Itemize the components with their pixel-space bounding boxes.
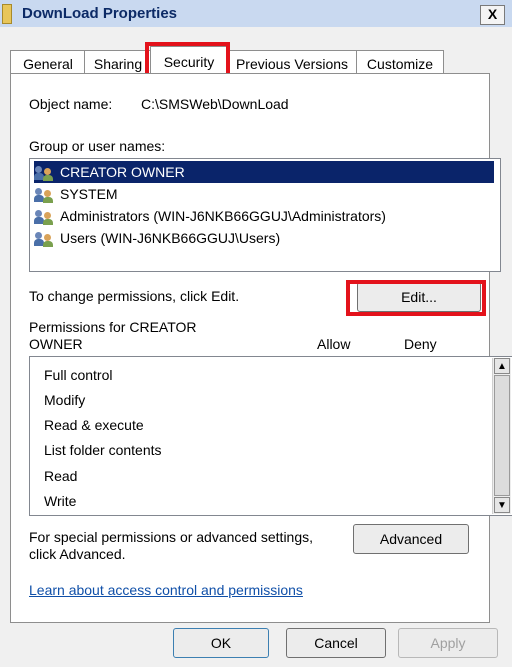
user-group-icon	[34, 165, 54, 182]
user-item-label: SYSTEM	[60, 186, 118, 202]
deny-header: Deny	[404, 336, 437, 352]
user-item-label: Users (WIN-J6NKB66GGUJ\Users)	[60, 230, 281, 246]
object-name-value: C:\SMSWeb\DownLoad	[141, 96, 289, 112]
permissions-list[interactable]: Full control Modify Read & execute List …	[29, 356, 512, 516]
user-list[interactable]: CREATOR OWNER SYSTEM Administrators (WIN…	[29, 158, 501, 272]
perm-read: Read	[44, 468, 78, 484]
user-item-users[interactable]: Users (WIN-J6NKB66GGUJ\Users)	[34, 227, 494, 249]
scroll-up-arrow-icon[interactable]: ▲	[494, 358, 510, 374]
perm-modify: Modify	[44, 392, 86, 408]
user-item-label: Administrators (WIN-J6NKB66GGUJ\Administ…	[60, 208, 386, 224]
edit-button-highlight	[346, 280, 486, 316]
perm-full-control: Full control	[44, 367, 113, 383]
ok-button[interactable]: OK	[173, 628, 269, 658]
user-item-administrators[interactable]: Administrators (WIN-J6NKB66GGUJ\Administ…	[34, 205, 494, 227]
change-permissions-text: To change permissions, click Edit.	[29, 288, 240, 304]
user-group-icon	[34, 187, 54, 204]
close-button[interactable]: X	[480, 5, 505, 25]
cancel-button[interactable]: Cancel	[286, 628, 386, 658]
scroll-down-arrow-icon[interactable]: ▼	[494, 497, 510, 513]
window-title: DownLoad Properties	[22, 5, 178, 22]
special-permissions-line1: For special permissions or advanced sett…	[29, 529, 314, 545]
special-permissions-line2: click Advanced.	[29, 546, 126, 562]
user-item-system[interactable]: SYSTEM	[34, 183, 494, 205]
permissions-label-line2: OWNER	[29, 336, 83, 352]
security-panel: Object name: C:\SMSWeb\DownLoad Group or…	[10, 73, 512, 623]
apply-button[interactable]: Apply	[398, 628, 498, 658]
user-group-icon	[34, 209, 54, 226]
perm-read-execute: Read & execute	[44, 417, 144, 433]
permissions-label-line1: Permissions for CREATOR	[29, 319, 197, 335]
folder-icon	[2, 4, 12, 24]
permissions-scrollbar[interactable]: ▲ ▼	[492, 358, 511, 514]
perm-write: Write	[44, 493, 77, 509]
advanced-button[interactable]: Advanced	[353, 524, 469, 554]
learn-more-link[interactable]: Learn about access control and permissio…	[29, 582, 303, 598]
user-item-label: CREATOR OWNER	[60, 164, 185, 180]
scroll-thumb[interactable]	[494, 375, 510, 496]
allow-header: Allow	[317, 336, 351, 352]
user-group-icon	[34, 231, 54, 248]
perm-list-folder-contents: List folder contents	[44, 442, 162, 458]
user-item-creator-owner[interactable]: CREATOR OWNER	[34, 161, 494, 183]
object-name-label: Object name:	[29, 96, 113, 112]
title-bar: DownLoad Properties X	[0, 0, 512, 27]
group-user-label: Group or user names:	[29, 138, 166, 154]
